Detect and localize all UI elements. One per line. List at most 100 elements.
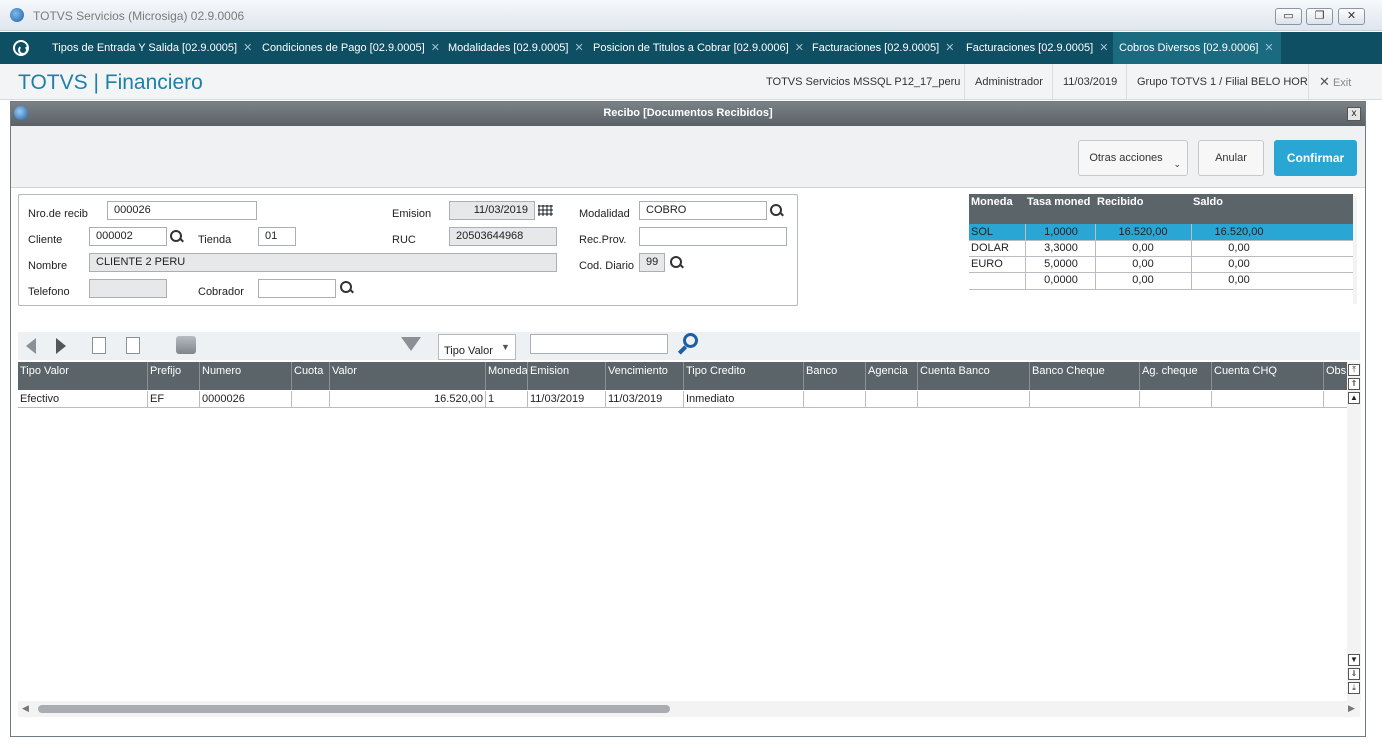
modalidad-input[interactable]: COBRO <box>639 201 767 220</box>
grid-cell[interactable]: 11/03/2019 <box>528 391 606 408</box>
column-header[interactable]: Agencia <box>866 362 918 390</box>
currency-cell: 0,0000 <box>1044 274 1078 286</box>
exit-button[interactable]: ✕ Exit <box>1308 64 1361 100</box>
horizontal-scroll-thumb[interactable] <box>38 705 670 713</box>
cliente-input[interactable]: 000002 <box>89 227 167 246</box>
restore-button[interactable]: ❐ <box>1306 8 1333 25</box>
column-header[interactable]: Cuenta CHQ <box>1212 362 1324 390</box>
close-window-button[interactable]: ✕ <box>1338 8 1365 25</box>
currency-cell: 3,3000 <box>1044 242 1078 254</box>
search-icon[interactable] <box>170 230 183 243</box>
scroll-page-up-icon[interactable]: ⇑ <box>1348 378 1360 390</box>
column-header[interactable]: Obs <box>1324 362 1348 390</box>
column-header[interactable]: Tipo Credito <box>684 362 804 390</box>
search-icon[interactable] <box>670 256 683 269</box>
column-header[interactable]: Valor <box>330 362 486 390</box>
scroll-page-down-icon[interactable]: ⇓ <box>1348 668 1360 680</box>
filter-icon[interactable] <box>401 337 421 351</box>
other-actions-button[interactable]: Otras acciones ⌄ <box>1078 140 1188 176</box>
grid-cell[interactable]: Efectivo <box>18 391 148 408</box>
column-header[interactable]: Vencimiento <box>606 362 684 390</box>
col-divider <box>1025 224 1026 290</box>
column-header[interactable]: Cuota <box>292 362 330 390</box>
tienda-label: Tienda <box>198 234 232 246</box>
confirm-button[interactable]: Confirmar <box>1274 140 1357 176</box>
grid-cell[interactable]: Inmediato <box>684 391 804 408</box>
currency-cell: 16.520,00 <box>1118 226 1168 238</box>
grid-cell[interactable]: 11/03/2019 <box>606 391 684 408</box>
column-header[interactable]: Ag. cheque <box>1140 362 1212 390</box>
add-document-icon[interactable] <box>92 337 106 354</box>
dialog-close-button[interactable]: x <box>1347 107 1361 121</box>
copy-document-icon[interactable] <box>126 337 140 354</box>
calendar-icon[interactable] <box>538 205 553 216</box>
tab-tipos-entrada[interactable]: Tipos de Entrada Y Salida [02.9.0005] ✕ <box>46 32 258 64</box>
column-header[interactable]: Moneda <box>486 362 528 390</box>
grid-horizontal-scrollbar[interactable]: ◀ ▶ <box>18 701 1360 717</box>
grid-cell[interactable] <box>804 391 866 408</box>
nro-recib-input[interactable]: 000026 <box>107 201 257 220</box>
column-header[interactable]: Cuenta Banco <box>918 362 1030 390</box>
tab-modalidades[interactable]: Modalidades [02.9.0005] ✕ <box>442 32 590 64</box>
close-tab-icon[interactable]: ✕ <box>1264 42 1273 54</box>
tab-facturaciones-2[interactable]: Facturaciones [02.9.0005] ✕ <box>960 32 1114 64</box>
cobrador-input[interactable] <box>258 279 336 298</box>
scroll-down-icon[interactable]: ▼ <box>1348 654 1360 666</box>
scroll-left-icon[interactable]: ◀ <box>22 703 29 714</box>
minimize-button[interactable]: ▭ <box>1275 8 1302 25</box>
tab-posicion-titulos[interactable]: Posicion de Titulos a Cobrar [02.9.0006]… <box>587 32 810 64</box>
server-info: TOTVS Servicios MSSQL P12_17_peru <box>766 76 961 88</box>
scroll-top-icon[interactable]: ⤒ <box>1348 364 1360 376</box>
tab-condiciones-pago[interactable]: Condiciones de Pago [02.9.0005] ✕ <box>256 32 446 64</box>
search-icon[interactable] <box>677 333 700 355</box>
grid-cell[interactable] <box>1140 391 1212 408</box>
ruc-input[interactable]: 20503644968 <box>449 227 557 246</box>
column-header[interactable]: Tipo Valor <box>18 362 148 390</box>
grid-cell[interactable]: EF <box>148 391 200 408</box>
column-header[interactable]: Banco <box>804 362 866 390</box>
grid-cell[interactable]: 0000026 <box>200 391 292 408</box>
currency-cell: 1,0000 <box>1044 226 1078 238</box>
grid-cell[interactable]: 16.520,00 <box>330 391 486 408</box>
grid-cell[interactable] <box>1324 391 1348 408</box>
tab-cobros-diversos[interactable]: Cobros Diversos [02.9.0006] ✕ <box>1113 32 1281 64</box>
rec-prov-input[interactable] <box>639 227 787 246</box>
column-header[interactable]: Banco Cheque <box>1030 362 1140 390</box>
close-tab-icon[interactable]: ✕ <box>795 42 804 54</box>
previous-icon[interactable] <box>26 338 36 354</box>
scroll-bottom-icon[interactable]: ⤓ <box>1348 682 1360 694</box>
grid-cell[interactable]: 1 <box>486 391 528 408</box>
search-input[interactable] <box>530 334 668 354</box>
cancel-button[interactable]: Anular <box>1198 140 1264 176</box>
grid-cell[interactable] <box>292 391 330 408</box>
scroll-right-icon[interactable]: ▶ <box>1348 703 1355 714</box>
tienda-input[interactable]: 01 <box>258 227 296 246</box>
scroll-up-icon[interactable]: ▲ <box>1348 392 1360 404</box>
search-icon[interactable] <box>770 204 783 217</box>
grid-vertical-scrollbar[interactable]: ⤒ ⇑ ▲ ▼ ⇓ ⤓ <box>1347 362 1361 702</box>
grid-cell[interactable] <box>918 391 1030 408</box>
currency-scrollbar[interactable] <box>1353 196 1357 304</box>
grid-cell[interactable] <box>1212 391 1324 408</box>
grid-cell[interactable] <box>866 391 918 408</box>
cod-diario-input[interactable]: 99 <box>639 253 665 272</box>
emision-input[interactable]: 11/03/2019 <box>449 201 535 220</box>
home-icon[interactable] <box>13 40 29 56</box>
close-tab-icon[interactable]: ✕ <box>431 42 440 54</box>
close-tab-icon[interactable]: ✕ <box>243 42 252 54</box>
close-tab-icon[interactable]: ✕ <box>1099 42 1108 54</box>
filter-field-select[interactable]: Tipo Valor ▼ <box>438 334 516 360</box>
next-icon[interactable] <box>56 338 66 354</box>
close-tab-icon[interactable]: ✕ <box>574 42 583 54</box>
nombre-input[interactable]: CLIENTE 2 PERU <box>89 253 557 272</box>
currency-cell: 16.520,00 <box>1214 226 1264 238</box>
grid-cell[interactable] <box>1030 391 1140 408</box>
telefono-input[interactable] <box>89 279 167 298</box>
close-tab-icon[interactable]: ✕ <box>945 42 954 54</box>
column-header[interactable]: Prefijo <box>148 362 200 390</box>
money-icon[interactable] <box>176 336 196 354</box>
column-header[interactable]: Numero <box>200 362 292 390</box>
column-header[interactable]: Emision <box>528 362 606 390</box>
tab-facturaciones-1[interactable]: Facturaciones [02.9.0005] ✕ <box>806 32 960 64</box>
search-icon[interactable] <box>340 281 353 294</box>
